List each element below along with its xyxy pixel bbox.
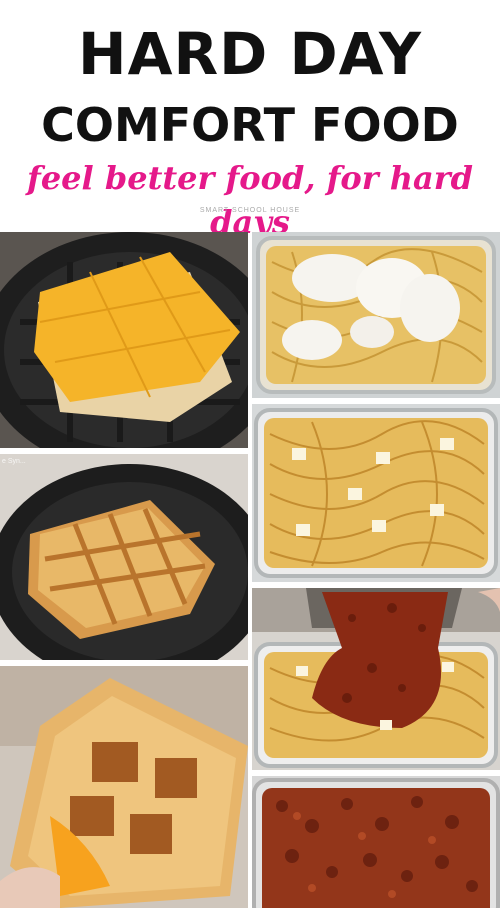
photo-cheese-sandwich-on-waffle-iron <box>0 232 248 448</box>
header: HARD DAY COMFORT FOOD feel better food, … <box>0 0 500 241</box>
photo-waffled-sandwich-on-iron: e Syn... <box>0 454 248 660</box>
title-line-2: COMFORT FOOD <box>41 98 459 152</box>
watermark: e Syn... <box>2 458 26 465</box>
photo-pouring-meat-sauce <box>252 588 500 770</box>
photo-baked-meat-sauce-casserole <box>252 776 500 908</box>
photo-waffled-grilled-cheese-closeup <box>0 666 248 908</box>
title-line-1: HARD DAY <box>78 20 422 88</box>
pin-graphic: HARD DAY COMFORT FOOD feel better food, … <box>0 0 500 908</box>
photo-spaghetti-with-butter-cubes <box>252 404 500 582</box>
credit: SMART SCHOOL HOUSE <box>199 207 301 214</box>
photo-spaghetti-with-ricotta <box>252 232 500 398</box>
tagline: feel better food, for hard days <box>27 159 473 241</box>
